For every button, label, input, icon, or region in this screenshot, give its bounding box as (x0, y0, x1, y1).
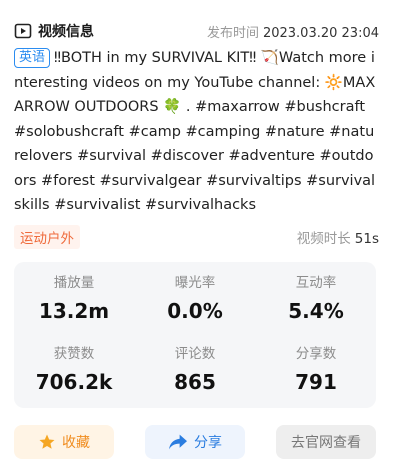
stat-shares: 分享数 791 (256, 345, 376, 395)
stats-panel: 播放量 13.2m 曝光率 0.0% 互动率 5.4% 获赞数 706.2k 评… (14, 262, 376, 408)
stat-exposure: 曝光率 0.0% (135, 274, 255, 324)
publish-time-value: 2023.03.20 23:04 (262, 25, 379, 41)
stat-value: 5.4% (288, 299, 344, 323)
duration-value: 51s (354, 231, 379, 247)
stat-label: 分享数 (295, 346, 337, 362)
stat-label: 播放量 (53, 275, 95, 291)
favorite-button[interactable]: 收藏 (14, 425, 114, 459)
stat-value: 706.2k (35, 370, 113, 394)
video-duration: 视频时长 51s (297, 227, 379, 247)
share-arrow-icon (168, 433, 188, 451)
stat-comments: 评论数 865 (135, 345, 255, 395)
star-icon (38, 433, 56, 451)
publish-time-label: 发布时间 (206, 25, 259, 41)
header: 视频信息 发布时间 2023.03.20 23:04 (14, 20, 379, 42)
stat-label: 获赞数 (53, 346, 95, 362)
video-description: 英语 ‼BOTH in my SURVIVAL KIT‼ 🏹Watch more … (14, 46, 376, 218)
language-tag: 英语 (14, 48, 51, 68)
description-text: ‼BOTH in my SURVIVAL KIT‼ 🏹Watch more in… (14, 50, 376, 213)
stat-likes: 获赞数 706.2k (14, 345, 134, 395)
share-label: 分享 (194, 435, 222, 451)
stat-plays: 播放量 13.2m (14, 274, 134, 324)
stat-value: 13.2m (38, 299, 110, 323)
action-bar: 收藏 分享 去官网查看 (14, 425, 376, 459)
meta-row: 运动户外 视频时长 51s (14, 225, 379, 249)
publish-time: 发布时间 2023.03.20 23:04 (207, 22, 379, 41)
duration-label: 视频时长 (296, 231, 351, 247)
share-button[interactable]: 分享 (145, 425, 245, 459)
favorite-label: 收藏 (62, 435, 90, 451)
stat-label: 互动率 (295, 275, 337, 291)
stat-label: 曝光率 (174, 275, 216, 291)
stat-label: 评论数 (174, 346, 216, 362)
visit-site-button[interactable]: 去官网查看 (276, 425, 376, 459)
stat-value: 791 (295, 370, 337, 394)
stat-value: 0.0% (167, 299, 223, 323)
visit-label: 去官网查看 (291, 435, 361, 451)
video-icon (14, 22, 32, 40)
stat-value: 865 (174, 370, 216, 394)
section-title: 视频信息 (38, 24, 94, 40)
header-left: 视频信息 (14, 21, 94, 41)
stat-interaction: 互动率 5.4% (256, 274, 376, 324)
category-badge: 运动户外 (14, 225, 80, 249)
